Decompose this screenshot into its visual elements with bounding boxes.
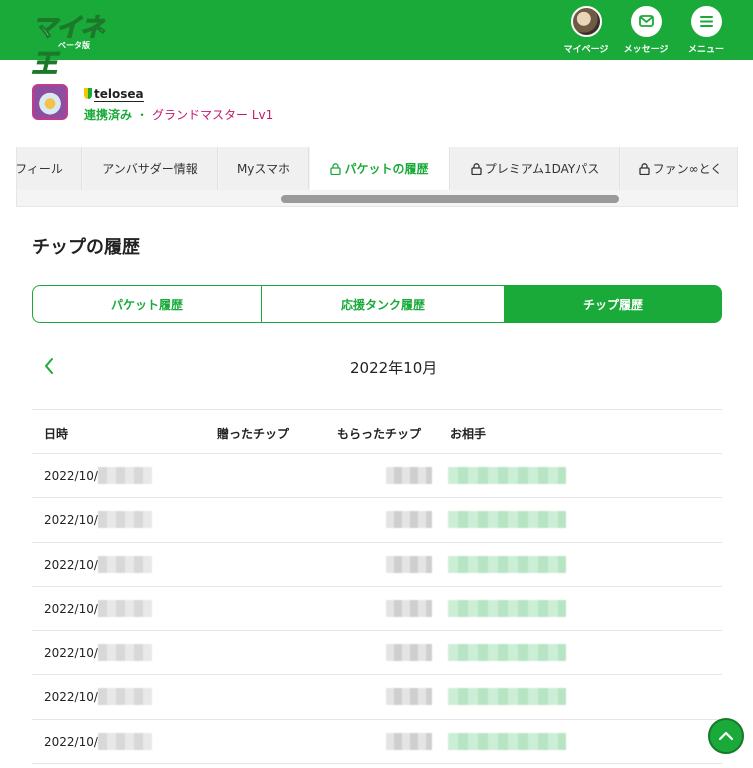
page-title: チップの履歴 xyxy=(32,237,140,258)
segment-label: チップ履歴 xyxy=(582,297,643,312)
redacted-partner-link[interactable] xyxy=(448,644,566,662)
redacted-received-tip xyxy=(386,688,432,706)
nav-menu-button[interactable]: メニュー xyxy=(676,6,736,56)
tab-label: パケットの履歴 xyxy=(344,162,429,176)
site-logo[interactable]: マイネ王 ベータ版 xyxy=(30,8,120,78)
lock-icon xyxy=(330,162,342,175)
redacted-time xyxy=(98,599,152,617)
profile-status: 連携済み・グランドマスター Lv1 xyxy=(84,106,273,123)
segment-packet-history[interactable]: パケット履歴 xyxy=(32,285,262,323)
tab-packet-history[interactable]: パケットの履歴 xyxy=(310,147,450,190)
status-separator: ・ xyxy=(136,108,149,122)
nav-mypage-label: マイページ xyxy=(563,45,609,55)
redacted-time xyxy=(98,511,152,529)
nav-mypage-button[interactable]: マイページ xyxy=(556,6,616,56)
lock-icon xyxy=(639,162,650,175)
logo-beta-label: ベータ版 xyxy=(58,41,90,50)
nav-message-button[interactable]: メッセージ xyxy=(616,6,676,56)
segment-label: パケット履歴 xyxy=(110,297,183,312)
redacted-time xyxy=(98,467,152,484)
row-date: 2022/10/ xyxy=(44,557,98,572)
redacted-received-tip xyxy=(386,511,432,529)
tab-label: アンバサダー情報 xyxy=(102,162,198,176)
redacted-partner-link[interactable] xyxy=(448,467,566,484)
tab-fan-toku[interactable]: ファン∞とく xyxy=(621,147,737,190)
month-label: 2022年10月 xyxy=(350,359,438,377)
column-header-partner: お相手 xyxy=(450,427,487,441)
segment-label: 応援タンク履歴 xyxy=(340,297,425,312)
segment-tip-history[interactable]: チップ履歴 xyxy=(504,285,722,323)
redacted-time xyxy=(98,688,152,706)
redacted-received-tip xyxy=(386,599,432,617)
row-date: 2022/10/ xyxy=(44,734,98,749)
rank-label[interactable]: グランドマスター Lv1 xyxy=(152,108,273,122)
tab-my-smartphone[interactable]: Myスマホ xyxy=(219,147,309,190)
column-header-datetime: 日時 xyxy=(44,427,69,441)
redacted-partner-link[interactable] xyxy=(448,555,566,573)
table-row: 2022/10/ xyxy=(32,543,722,587)
tabs-scrollbar[interactable] xyxy=(281,195,619,203)
tab-ambassador[interactable]: アンバサダー情報 xyxy=(83,147,218,190)
table-row: 2022/10/ xyxy=(32,498,722,543)
profile-username-link[interactable]: telosea xyxy=(84,87,144,102)
row-date: 2022/10/ xyxy=(44,469,98,483)
redacted-received-tip xyxy=(386,732,432,750)
profile-avatar[interactable] xyxy=(32,84,68,120)
tab-label: Myスマホ xyxy=(236,162,291,176)
back-to-top-button[interactable] xyxy=(708,718,744,754)
linked-status: 連携済み xyxy=(84,108,133,122)
profile-tabs: フィール アンバサダー情報 Myスマホ パケットの履歴 プレミアム1DAYパス … xyxy=(16,147,738,207)
tab-premium-1day-pass[interactable]: プレミアム1DAYパス xyxy=(451,147,620,190)
row-date: 2022/10/ xyxy=(44,690,98,705)
redacted-partner-link[interactable] xyxy=(448,599,566,617)
redacted-partner-link[interactable] xyxy=(448,688,566,706)
table-row: 2022/10/ xyxy=(32,720,722,765)
chevron-up-icon xyxy=(718,731,734,741)
redacted-received-tip xyxy=(386,555,432,573)
tab-profile[interactable]: フィール xyxy=(16,147,82,190)
profile-username: telosea xyxy=(94,87,144,102)
table-row: 2022/10/ xyxy=(32,675,722,720)
tab-label: プレミアム1DAYパス xyxy=(484,162,600,176)
table-header: 日時 贈ったチップ もらったチップ お相手 xyxy=(32,409,722,454)
row-date: 2022/10/ xyxy=(44,513,98,528)
redacted-partner-link[interactable] xyxy=(448,732,566,750)
redacted-received-tip xyxy=(386,644,432,662)
redacted-time xyxy=(98,644,152,662)
column-header-received-tip: もらったチップ xyxy=(337,427,422,441)
table-row: 2022/10/ xyxy=(32,587,722,632)
hamburger-icon xyxy=(690,6,722,37)
nav-message-label: メッセージ xyxy=(623,45,669,55)
avatar-icon xyxy=(570,6,602,37)
envelope-icon xyxy=(630,6,662,37)
nav-menu-label: メニュー xyxy=(687,45,724,55)
segment-support-tank-history[interactable]: 応援タンク履歴 xyxy=(261,285,505,323)
row-date: 2022/10/ xyxy=(44,601,98,616)
redacted-time xyxy=(98,555,152,573)
redacted-received-tip xyxy=(386,467,432,484)
tab-label: フィール xyxy=(16,162,63,176)
chevron-left-icon[interactable] xyxy=(40,356,60,376)
redacted-time xyxy=(98,732,152,750)
beginner-leaf-icon xyxy=(84,88,92,99)
lock-icon xyxy=(471,162,482,175)
tip-history-table: 日時 贈ったチップ もらったチップ お相手 2022/10/2022/10/20… xyxy=(32,409,722,765)
redacted-partner-link[interactable] xyxy=(448,511,566,529)
site-header: マイネ王 ベータ版 マイページ メッセージ メニュー xyxy=(0,0,753,79)
column-header-sent-tip: 贈ったチップ xyxy=(217,427,290,441)
table-row: 2022/10/ xyxy=(32,631,722,676)
row-date: 2022/10/ xyxy=(44,646,98,661)
table-row: 2022/10/ xyxy=(32,454,722,499)
tab-label: ファン∞とく xyxy=(652,162,723,176)
